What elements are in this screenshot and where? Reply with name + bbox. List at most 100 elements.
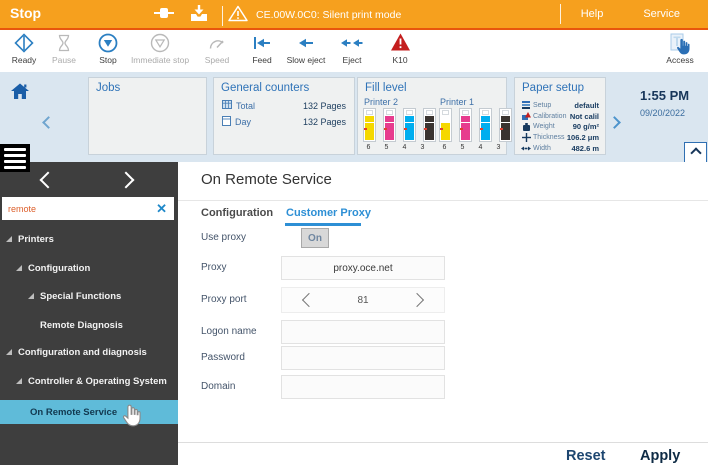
toolbar-label: Access [652,55,708,65]
ink-bottle-cyan [403,108,416,142]
password-input[interactable] [281,346,445,370]
proxy-label: Proxy [201,262,227,273]
sidebar-item-special-functions[interactable]: Special Functions [0,284,178,308]
proxy-port-value: 81 [357,295,368,306]
clear-search-icon[interactable]: ✕ [149,201,174,217]
reset-button[interactable]: Reset [566,448,606,464]
fill-level-card[interactable]: Fill level Printer 2 Printer 1 6543 6543 [357,77,507,155]
chevron-up-icon [690,147,701,158]
sidebar-item-configuration-and-diagnosis[interactable]: Configuration and diagnosis [0,340,178,364]
sidebar-item-controller-operating-system[interactable]: Controller & Operating System [0,369,178,393]
day-counter-icon [222,116,231,128]
sidebar-item-label: Controller & Operating System [28,376,167,387]
access-hand-icon [652,32,708,56]
logon-name-input[interactable] [281,320,445,344]
sidebar-item-on-remote-service[interactable]: On Remote Service [0,400,178,424]
weight-icon [521,123,531,131]
collapse-dashboard-button[interactable] [684,142,707,163]
printer2-label: Printer 2 [364,97,398,107]
help-button[interactable]: Help [561,8,624,20]
scroll-right-chevron-icon[interactable] [610,114,619,132]
paper-setup-card[interactable]: Paper setup Setup default Calibration No… [514,77,606,155]
decrement-chevron-icon[interactable] [302,293,316,307]
expanded-triangle-icon [28,293,34,299]
page-title: On Remote Service [201,171,332,188]
domain-label: Domain [201,381,235,392]
jobs-card[interactable]: Jobs [88,77,207,155]
alert-banner[interactable]: CE.00W.0C0: Silent print mode [228,5,401,25]
printer2-slot-numbers: 6543 [363,144,428,151]
apply-button[interactable]: Apply [640,448,680,464]
paper-row-calibration: Calibration Not calil [521,111,599,122]
paper-row-weight: Weight 90 g/m² [521,122,599,133]
sidebar-item-label: On Remote Service [30,407,117,418]
toolbar-label: K10 [372,55,428,65]
counter-label: Day [235,117,251,127]
general-counters-card[interactable]: General counters Total 132 Pages Day 132… [213,77,355,155]
counter-value: 132 Pages [303,101,346,111]
increment-chevron-icon[interactable] [410,293,424,307]
total-counter-icon [222,100,232,111]
sidebar-item-configuration[interactable]: Configuration [0,256,178,280]
counter-label: Total [236,101,255,111]
toolbar-access-button[interactable]: Access [652,32,708,65]
expanded-triangle-icon [16,265,22,271]
proxy-port-stepper: 81 [281,287,445,313]
sidebar-item-label: Special Functions [40,291,121,302]
counter-value: 132 Pages [303,117,346,127]
settings-sidebar: ✕ Printers Configuration Special Functio… [0,162,178,465]
tab-configuration[interactable]: Configuration [201,207,273,219]
warning-triangle-icon [228,5,248,25]
nav-back-chevron-icon[interactable] [40,172,57,189]
dashboard-bar: Jobs General counters Total 132 Pages Da… [0,72,708,163]
printer1-slot-numbers: 6543 [439,144,504,151]
toolbar-k10-button[interactable]: K10 [372,32,428,65]
fill-level-card-title: Fill level [365,82,407,94]
sidebar-item-label: Remote Diagnosis [40,320,123,331]
ink-bottle-yellow [439,108,452,142]
counter-row-total: Total 132 Pages [222,100,346,111]
password-label: Password [201,352,245,363]
domain-input[interactable] [281,375,445,399]
expanded-triangle-icon [6,349,12,355]
printer2-ink-bottles [363,108,436,142]
ink-bottle-magenta [459,108,472,142]
machine-toolbar: Ready Pause Stop Immediate stop Speed Fe [0,30,708,73]
clock-date: 09/20/2022 [640,108,685,118]
expanded-triangle-icon [6,236,12,242]
ink-bottle-black [423,108,436,142]
thickness-row: Thickness 106.2 μm [521,132,599,143]
home-icon[interactable] [8,80,32,107]
logon-name-label: Logon name [201,326,257,337]
calibration-icon [521,112,531,120]
width-icon [521,146,531,151]
divider [222,6,223,26]
menu-hamburger-button[interactable] [0,144,30,172]
sidebar-item-remote-diagnosis[interactable]: Remote Diagnosis [0,313,178,337]
machine-status-label: Stop [10,5,41,21]
scroll-left-chevron-icon[interactable] [44,114,53,132]
toolbar-immediate-stop-button[interactable]: Immediate stop [125,32,195,65]
counter-row-day: Day 132 Pages [222,116,346,128]
proxy-input[interactable] [281,256,445,280]
proxy-port-label: Proxy port [201,294,247,305]
use-proxy-toggle[interactable]: On [301,228,329,248]
tab-customer-proxy[interactable]: Customer Proxy [286,207,371,219]
connector-icon[interactable] [152,4,176,27]
alert-message: CE.00W.0C0: Silent print mode [256,9,401,21]
on-remote-service-panel: On Remote Service Configuration Customer… [178,162,708,465]
immediate-stop-icon [125,32,195,56]
sidebar-item-label: Printers [18,234,54,245]
nav-forward-chevron-icon[interactable] [118,172,135,189]
sidebar-item-printers[interactable]: Printers [0,227,178,251]
printer-control-app: Stop CE.00W.0C0: Silent print mode Help … [0,0,708,465]
divider [178,200,708,201]
search-input[interactable] [2,204,149,214]
download-icon[interactable] [188,4,210,27]
setup-icon [521,101,531,109]
jobs-card-title: Jobs [96,82,120,94]
printer1-label: Printer 1 [440,97,474,107]
sidebar-item-label: Configuration [28,263,90,274]
service-button[interactable]: Service [623,8,700,20]
k10-warning-icon [372,32,428,56]
